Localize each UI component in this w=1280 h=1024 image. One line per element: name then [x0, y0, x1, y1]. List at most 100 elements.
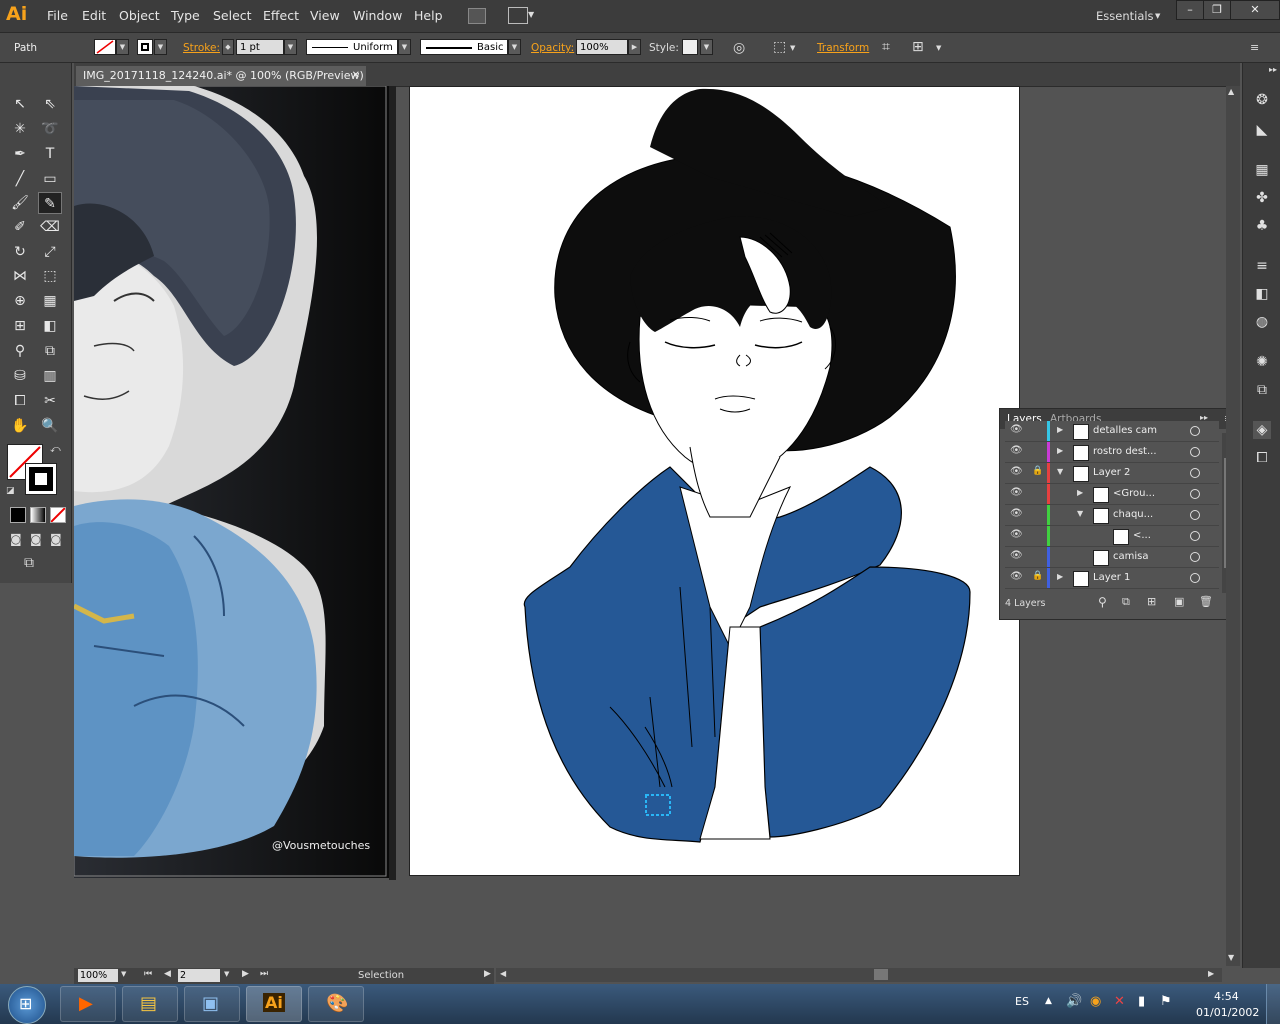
target-circle-icon[interactable] [1190, 489, 1200, 499]
draw-normal-icon[interactable]: ◙ [10, 532, 22, 546]
last-artboard-icon[interactable]: ⏭ [260, 969, 268, 979]
restore-button[interactable]: ❐ [1203, 0, 1231, 20]
target-circle-icon[interactable] [1190, 426, 1200, 436]
menu-effect[interactable]: Effect [263, 8, 299, 23]
visibility-eye-icon[interactable]: 👁 [1010, 487, 1023, 498]
color-mode-icon[interactable] [10, 507, 26, 523]
menu-help[interactable]: Help [414, 8, 443, 23]
network-icon[interactable]: ▮ [1138, 994, 1145, 1009]
menu-edit[interactable]: Edit [82, 8, 106, 23]
scroll-up-icon[interactable]: ▲ [1228, 87, 1234, 96]
arrange-documents-icon[interactable] [508, 7, 528, 24]
graphic-style-swatch[interactable] [682, 39, 698, 55]
variable-width-profile[interactable]: Uniform [306, 39, 398, 55]
gradient-panel-icon[interactable]: ◧ [1253, 285, 1271, 303]
previous-artboard-icon[interactable]: ◀ [164, 969, 171, 979]
jacket-right-shape[interactable] [759, 566, 971, 838]
expand-triangle-icon[interactable]: ▶ [1057, 572, 1063, 581]
clock-date[interactable]: 01/01/2002 [1196, 1006, 1259, 1019]
vertical-scrollbar[interactable]: ▲ ▼ [1226, 86, 1240, 966]
collapse-dock-icon[interactable]: ▸▸ [1269, 65, 1277, 74]
lock-icon[interactable]: 🔒 [1032, 466, 1043, 476]
gradient-mode-icon[interactable] [30, 507, 46, 523]
menu-type[interactable]: Type [171, 8, 200, 23]
scroll-right-icon[interactable]: ▶ [1208, 969, 1214, 978]
swap-fill-stroke-icon[interactable]: ⤺ [50, 444, 61, 455]
layer-row[interactable]: 👁 ▶ rostro dest... [1005, 442, 1219, 463]
locate-object-icon[interactable]: ⚲ [1098, 595, 1107, 609]
zoom-tool-icon[interactable]: 🔍 [38, 415, 62, 437]
new-sublayer-icon[interactable]: ⊞ [1147, 595, 1156, 608]
artboard-number-field[interactable]: 2 [178, 969, 220, 982]
tray-app-icon[interactable]: ◉ [1090, 994, 1101, 1009]
target-circle-icon[interactable] [1190, 447, 1200, 457]
close-tab-icon[interactable]: ✕ [352, 66, 360, 86]
pen-tool-icon[interactable]: ✒ [8, 143, 32, 165]
select-similar-icon[interactable]: ⊞ [912, 39, 924, 55]
swatches-icon[interactable]: ▦ [1253, 161, 1271, 179]
make-clipping-mask-icon[interactable]: ⧉ [1122, 595, 1130, 609]
transparency-icon[interactable]: ◍ [1253, 313, 1271, 331]
collapse-triangle-icon[interactable]: ▼ [1077, 509, 1083, 518]
expand-triangle-icon[interactable]: ▶ [1077, 488, 1083, 497]
visibility-eye-icon[interactable]: 👁 [1010, 571, 1023, 582]
fill-swatch[interactable] [94, 39, 116, 55]
visibility-eye-icon[interactable]: 👁 [1010, 445, 1023, 456]
layer-row[interactable]: 👁 ▶ <Grou... [1005, 484, 1219, 505]
brush-definition[interactable]: Basic [420, 39, 508, 55]
mesh-tool-icon[interactable]: ⊞ [8, 315, 32, 337]
menu-view[interactable]: View [310, 8, 340, 23]
visibility-eye-icon[interactable]: 👁 [1010, 529, 1023, 540]
expand-triangle-icon[interactable]: ▶ [1057, 425, 1063, 434]
explorer-taskbar-button[interactable]: ▤ [122, 986, 178, 1022]
stroke-panel-icon[interactable]: ≡ [1253, 257, 1271, 275]
language-indicator[interactable]: ES [1015, 995, 1029, 1008]
scroll-left-icon[interactable]: ◀ [500, 969, 506, 978]
blob-brush-tool-icon[interactable]: ✐ [8, 216, 32, 238]
stroke-weight-stepper[interactable]: ◆ [222, 39, 234, 55]
eyedropper-tool-icon[interactable]: ⚲ [8, 340, 32, 362]
target-circle-icon[interactable] [1190, 510, 1200, 520]
workspace-switcher[interactable]: Essentials [1096, 9, 1154, 23]
illustrator-taskbar-button[interactable]: Ai [246, 986, 302, 1022]
status-menu-icon[interactable]: ▶ [484, 969, 491, 979]
media-player-taskbar-button[interactable]: ▶ [60, 986, 116, 1022]
opacity-dropdown[interactable]: ▶ [628, 39, 641, 55]
artboards-panel-icon[interactable]: ⧠ [1253, 449, 1271, 467]
fill-dropdown[interactable]: ▼ [116, 39, 129, 55]
clock-time[interactable]: 4:54 [1214, 990, 1239, 1003]
style-dropdown[interactable]: ▼ [700, 39, 713, 55]
graphic-styles-icon[interactable]: ⧉ [1253, 381, 1271, 399]
slice-tool-icon[interactable]: ✂ [38, 390, 62, 412]
visibility-eye-icon[interactable]: 👁 [1010, 466, 1023, 477]
collapse-triangle-icon[interactable]: ▼ [1057, 467, 1063, 476]
opacity-label[interactable]: Opacity: [531, 42, 574, 54]
next-artboard-icon[interactable]: ▶ [242, 969, 249, 979]
new-layer-icon[interactable]: ▣ [1174, 595, 1184, 608]
stroke-swatch[interactable] [137, 39, 153, 55]
document-tab[interactable]: IMG_20171118_124240.ai* @ 100% (RGB/Prev… [76, 66, 366, 86]
volume-icon[interactable]: 🔊 [1066, 994, 1082, 1009]
column-graph-tool-icon[interactable]: ▥ [38, 365, 62, 387]
target-circle-icon[interactable] [1190, 531, 1200, 541]
draw-inside-icon[interactable]: ◙ [50, 532, 62, 546]
lasso-tool-icon[interactable]: ➰ [38, 118, 62, 140]
direct-selection-tool-icon[interactable]: ⇖ [38, 93, 62, 115]
first-artboard-icon[interactable]: ⏮ [144, 969, 152, 979]
expand-triangle-icon[interactable]: ▶ [1057, 446, 1063, 455]
close-button[interactable]: ✕ [1230, 0, 1280, 20]
draw-behind-icon[interactable]: ◙ [30, 532, 42, 546]
illustration[interactable] [410, 87, 1020, 876]
stroke-weight-field[interactable]: 1 pt [236, 39, 284, 55]
lock-icon[interactable]: 🔒 [1032, 571, 1043, 581]
isolate-selection-icon[interactable]: ⌗ [882, 39, 890, 55]
brushes-icon[interactable]: ✤ [1253, 189, 1271, 207]
scroll-thumb[interactable] [874, 969, 888, 980]
layer-row[interactable]: 👁 camisa [1005, 547, 1219, 568]
artboard-dropdown-icon[interactable]: ▼ [224, 970, 229, 978]
selection-tool-icon[interactable]: ↖ [8, 93, 32, 115]
layer-row[interactable]: 👁 ▼ chaqu... [1005, 505, 1219, 526]
stroke-dropdown[interactable]: ▼ [154, 39, 167, 55]
transform-link[interactable]: Transform [817, 42, 869, 54]
stroke-color-box[interactable] [25, 463, 57, 495]
